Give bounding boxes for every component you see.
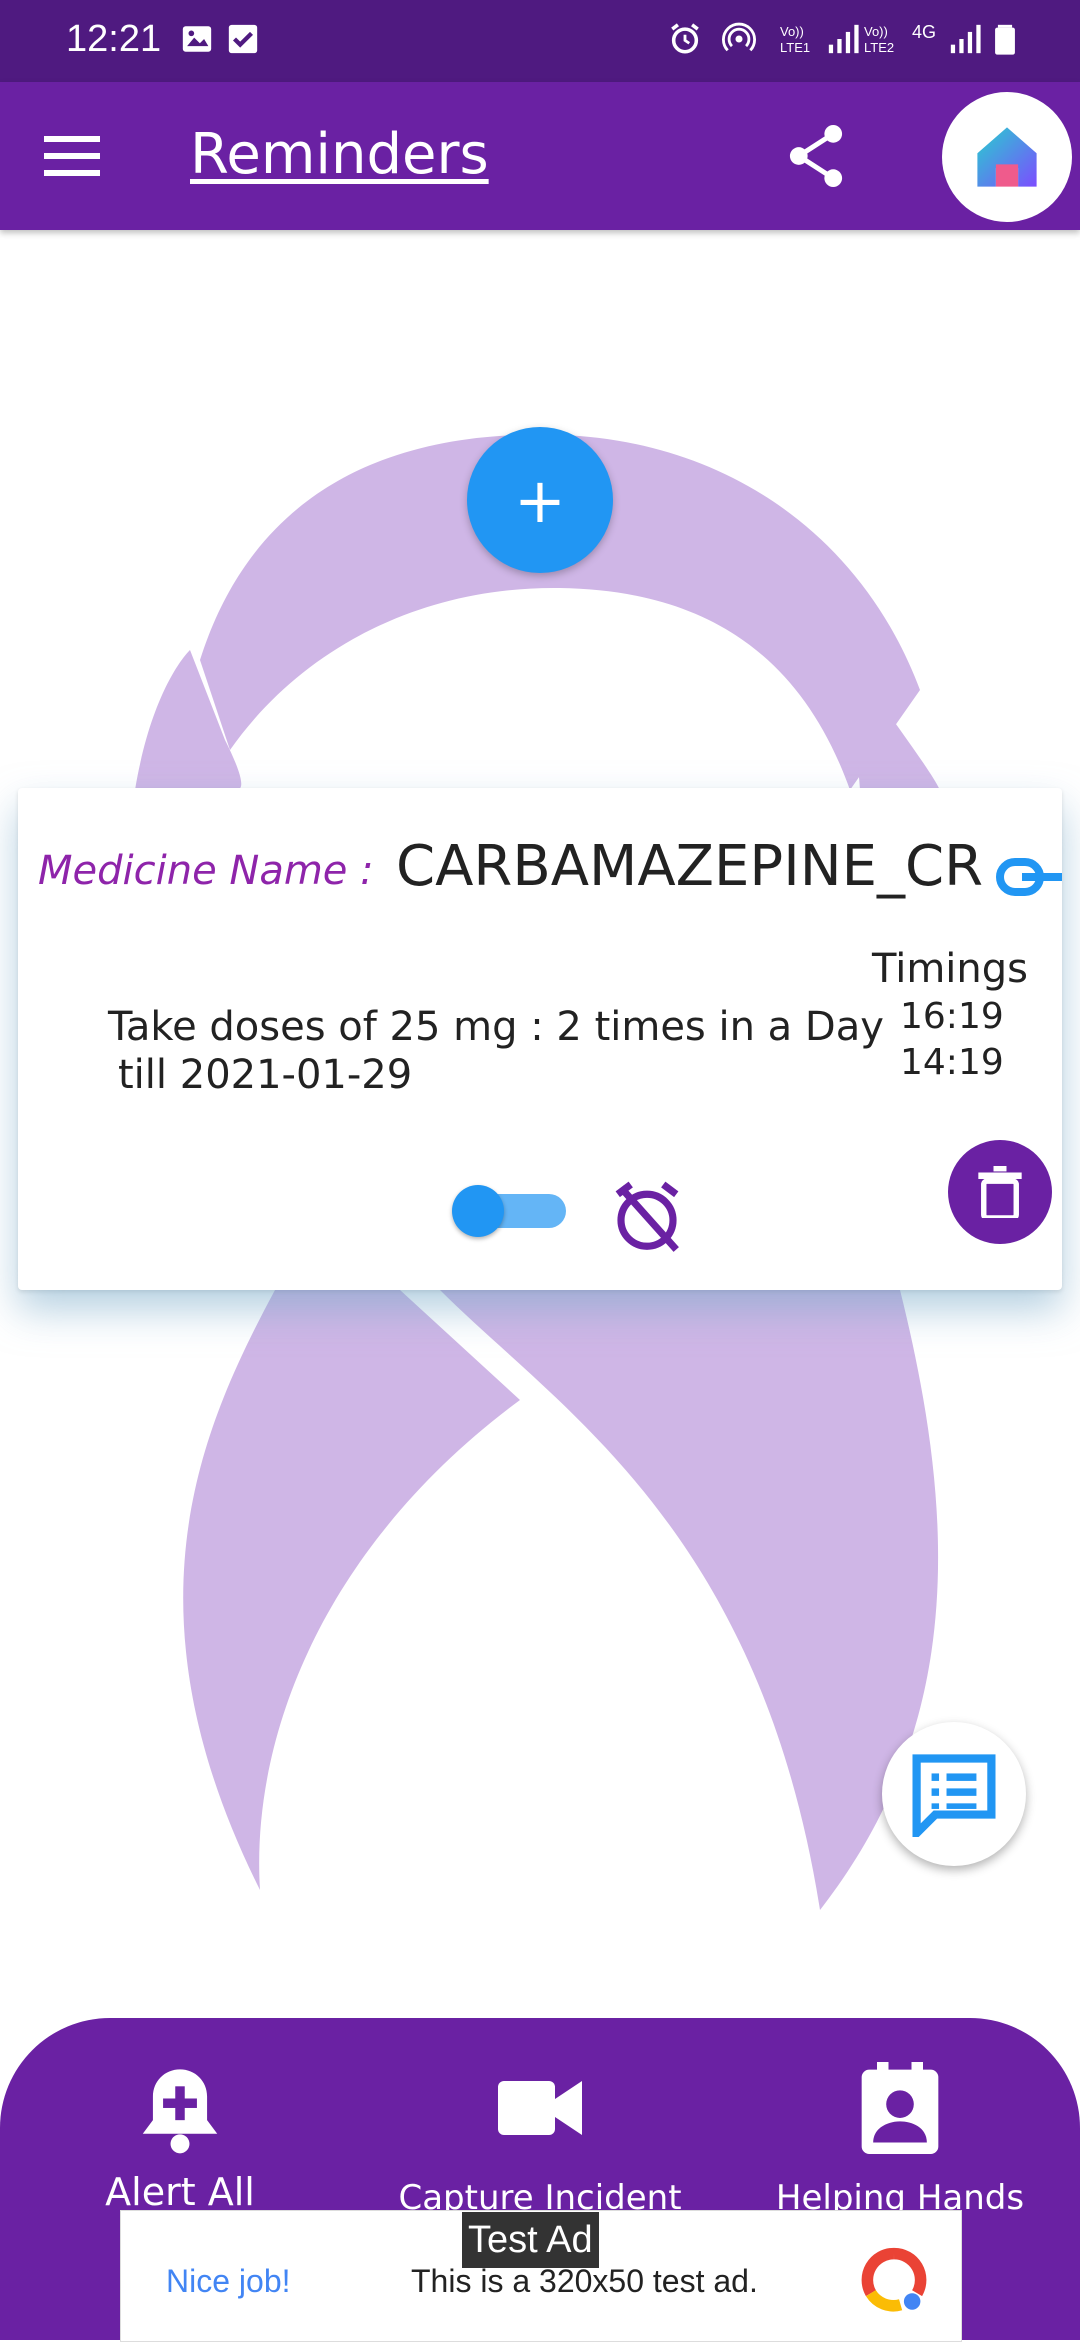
medicine-name-label: Medicine Name : — [38, 848, 374, 894]
hotspot-status-icon — [722, 22, 756, 52]
ad-headline: Nice job! — [166, 2263, 291, 2299]
image-notification-icon — [182, 26, 212, 52]
plus-icon: + — [514, 463, 566, 537]
trash-icon — [978, 1166, 1022, 1218]
contact-badge-icon — [861, 2062, 939, 2154]
battery-icon — [995, 24, 1015, 55]
dose-line: Take doses of 25 mg : 2 times in a Day — [108, 1004, 884, 1050]
link-icon — [996, 858, 1062, 896]
nav-capture-incident[interactable]: Capture Incident — [360, 2038, 720, 2228]
delete-reminder-button[interactable] — [948, 1140, 1052, 1244]
nav-label: Alert All — [105, 2170, 255, 2214]
checkbox-notification-icon — [228, 24, 258, 54]
home-icon — [977, 127, 1037, 187]
alarm-status-icon — [671, 23, 699, 54]
page-title: Reminders — [190, 122, 489, 187]
nav-helping-hands[interactable]: Helping Hands — [720, 2038, 1080, 2228]
status-bar: 12:21 Vo)) LTE1 Vo)) LTE2 4G — [0, 0, 1080, 82]
alarm-off-icon[interactable] — [608, 1178, 686, 1256]
reminder-toggle-thumb[interactable] — [452, 1185, 504, 1237]
signal-icon-2 — [950, 24, 981, 54]
sim1-label: Vo)) LTE1 — [780, 24, 811, 55]
reminder-card: Medicine Name : CARBAMAZEPINE_CR Timings… — [18, 788, 1062, 1290]
dose-until-line: till 2021-01-29 — [118, 1052, 413, 1098]
share-icon[interactable] — [786, 124, 846, 188]
nav-alert-all[interactable]: Alert All — [0, 2038, 360, 2228]
chat-icon — [912, 1754, 996, 1837]
chat-button[interactable] — [882, 1722, 1026, 1866]
ad-body: This is a 320x50 test ad. — [411, 2263, 758, 2299]
medicine-name-value: CARBAMAZEPINE_CR — [396, 834, 983, 899]
test-ad-badge: Test Ad — [462, 2212, 599, 2268]
add-reminder-button[interactable]: + — [467, 427, 613, 573]
menu-icon[interactable] — [44, 132, 100, 180]
status-time: 12:21 — [66, 18, 162, 60]
app-bar: Reminders — [0, 82, 1080, 230]
network-type-label: 4G — [912, 22, 937, 42]
ad-logo-icon — [861, 2247, 927, 2312]
dose-description: Take doses of 25 mg : 2 times in a Day t… — [108, 1003, 884, 1099]
sim2-label: Vo)) LTE2 — [864, 24, 895, 55]
video-camera-icon — [498, 2081, 582, 2135]
home-button[interactable] — [942, 92, 1072, 222]
timing-item: 14:19 — [900, 1042, 1004, 1083]
timings-label: Timings — [872, 946, 1028, 992]
signal-icon — [828, 24, 859, 54]
bell-plus-icon — [142, 2069, 218, 2154]
timing-item: 16:19 — [900, 996, 1004, 1037]
